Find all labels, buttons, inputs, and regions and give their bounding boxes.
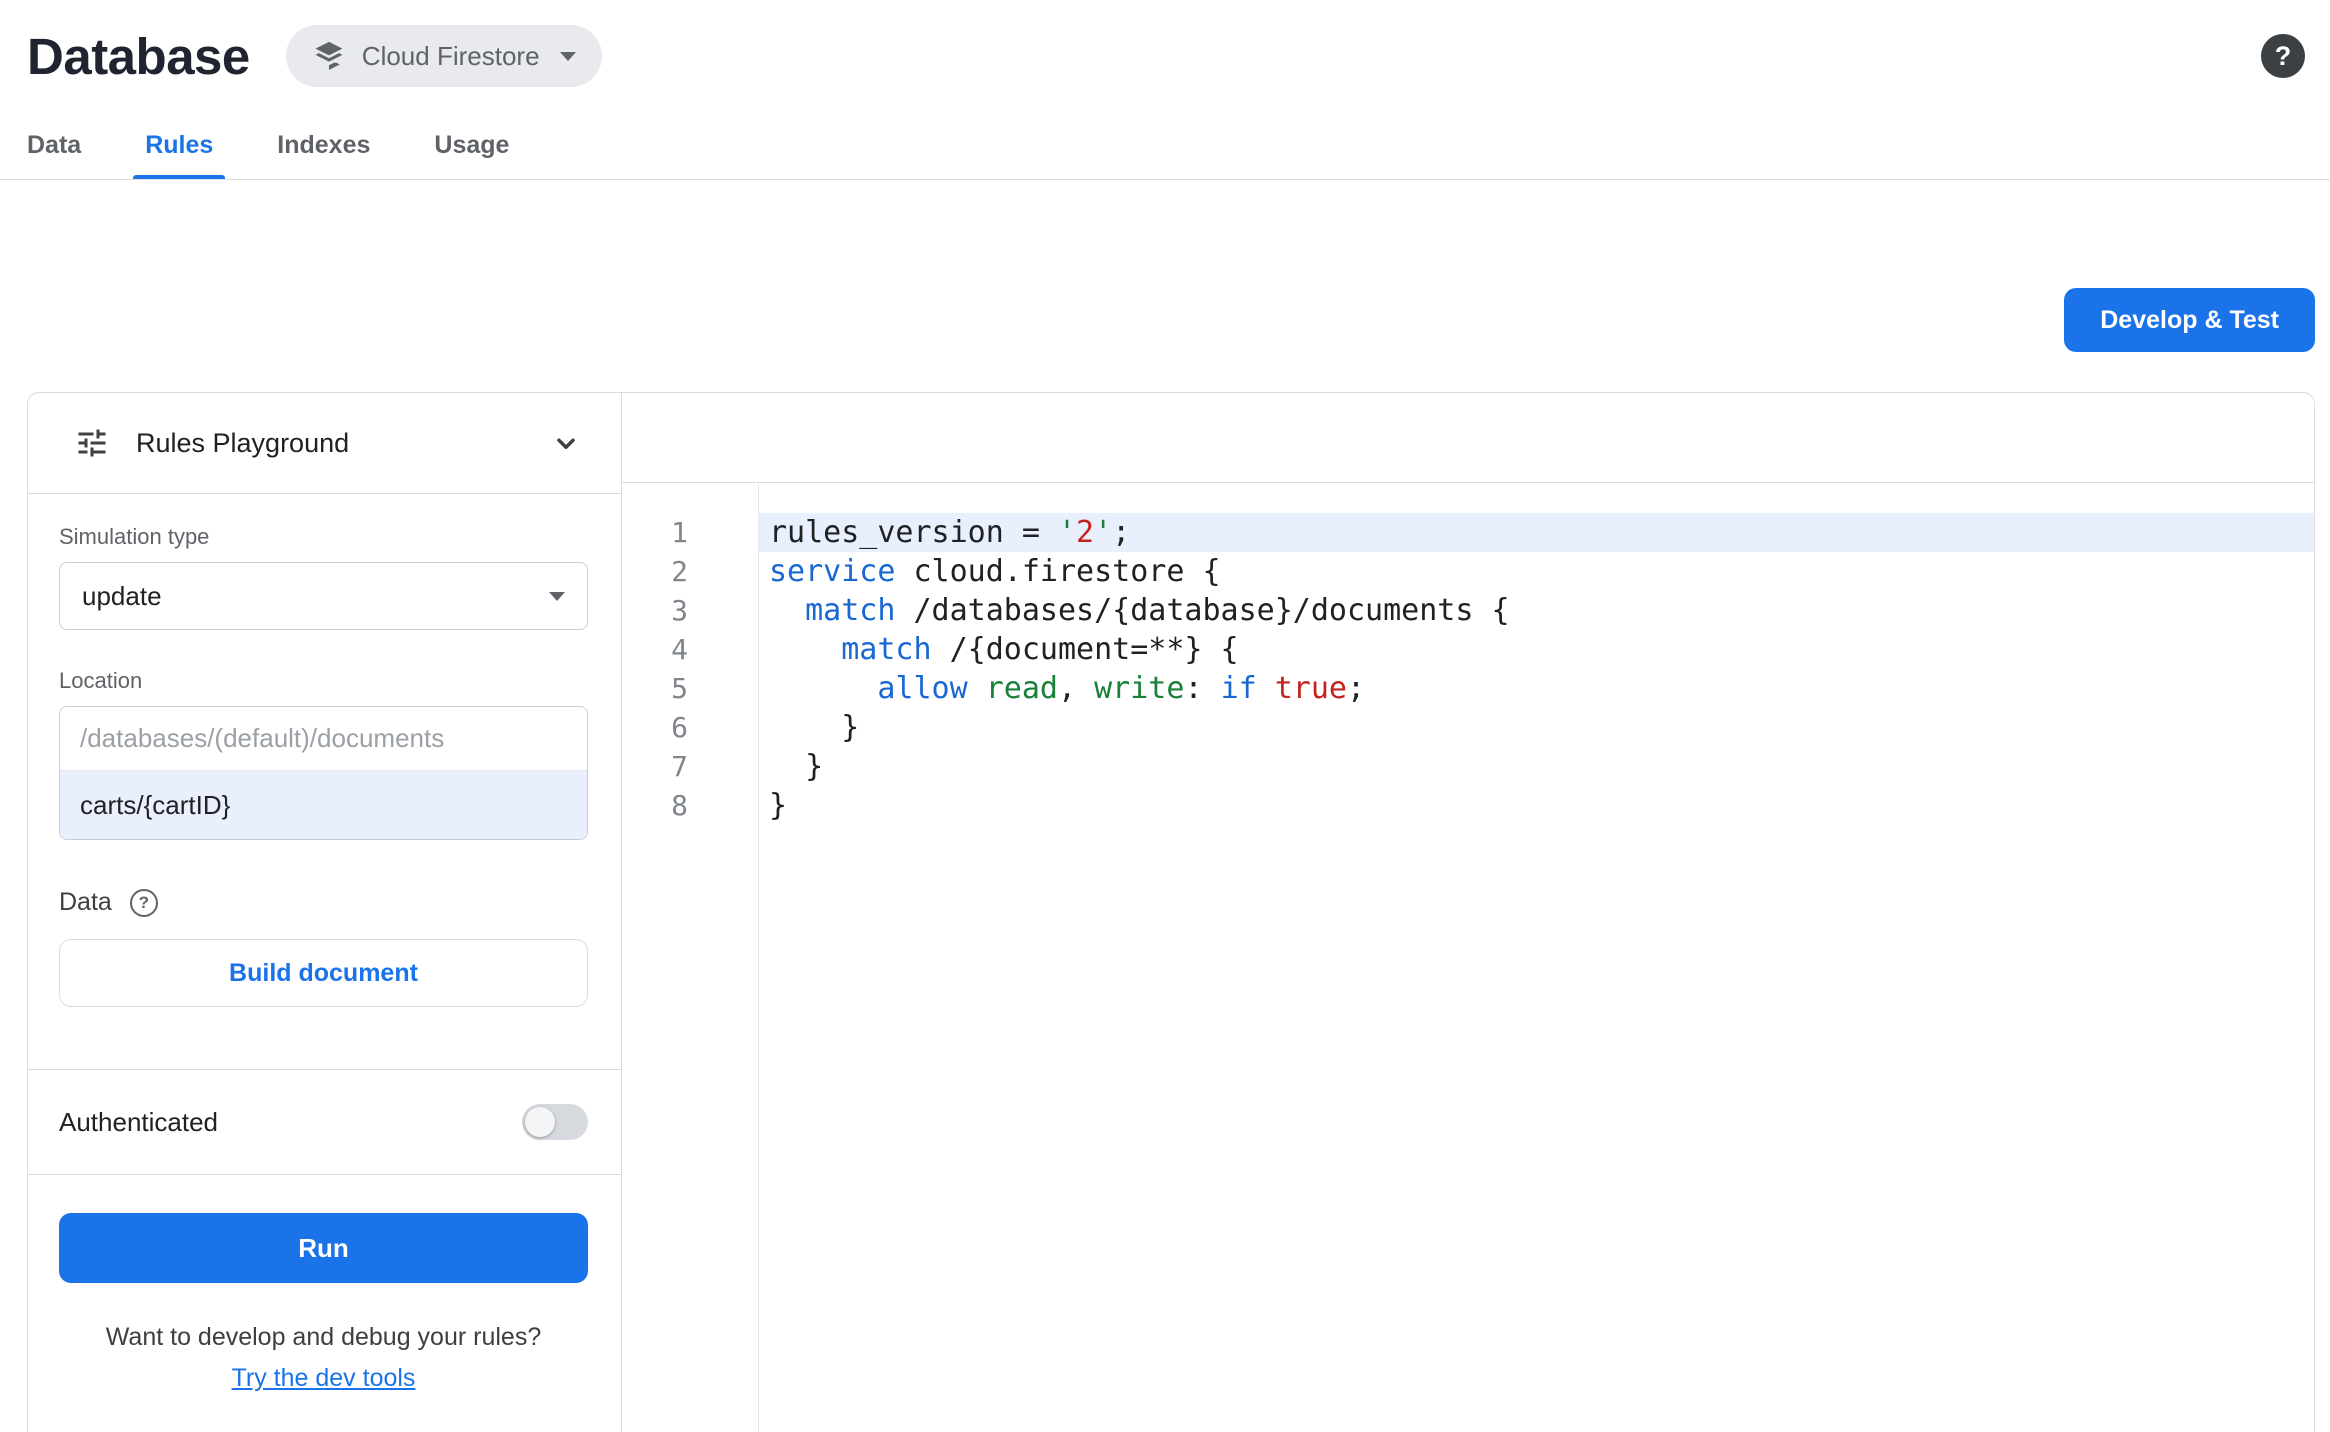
select-caret-icon — [549, 591, 565, 601]
editor-gutter: 1 2 3 4 5 6 7 8 — [622, 483, 759, 1432]
help-glyph: ? — [2274, 40, 2292, 71]
tab-indexes[interactable]: Indexes — [277, 112, 370, 179]
authenticated-toggle[interactable] — [522, 1104, 588, 1140]
firestore-database-page: Database Cloud Firestore ? Data Rules In… — [0, 0, 2330, 1432]
code-line[interactable]: service cloud.firestore { — [759, 552, 2314, 591]
editor-body[interactable]: 1 2 3 4 5 6 7 8 rules_version = '2'; service clo… — [622, 483, 2314, 1432]
authenticated-label: Authenticated — [59, 1106, 219, 1137]
line-number: 8 — [671, 789, 688, 822]
code-line[interactable]: } — [759, 786, 2314, 825]
page-title: Database — [27, 27, 250, 85]
data-label: Data — [59, 888, 112, 916]
run-section: Run Want to develop and debug your rules… — [28, 1175, 621, 1393]
chevron-down-icon — [559, 51, 576, 61]
location-input[interactable]: carts/{cartID} — [60, 771, 587, 839]
code-line[interactable]: } — [759, 747, 2314, 786]
location-field-group: /databases/(default)/documents carts/{ca… — [59, 706, 588, 840]
dev-tools-link[interactable]: Try the dev tools — [59, 1364, 588, 1393]
develop-test-button[interactable]: Develop & Test — [2064, 288, 2315, 352]
toggle-knob — [525, 1107, 555, 1137]
simulation-type-label: Simulation type — [59, 524, 210, 549]
firestore-icon — [312, 39, 346, 73]
line-number: 6 — [671, 711, 688, 744]
help-button[interactable]: ? — [2261, 34, 2305, 78]
action-row: Develop & Test — [0, 180, 2330, 392]
line-number: 7 — [671, 750, 688, 783]
editor-code[interactable]: rules_version = '2'; service cloud.firest… — [759, 483, 2314, 1432]
line-number: 5 — [671, 672, 688, 705]
tab-usage[interactable]: Usage — [434, 112, 509, 179]
rules-editor: 1 2 3 4 5 6 7 8 rules_version = '2'; service clo… — [622, 393, 2314, 1432]
data-section-header: Data ? — [59, 888, 588, 917]
line-number: 1 — [671, 516, 688, 549]
playground-title: Rules Playground — [136, 427, 350, 458]
playground-header[interactable]: Rules Playground — [28, 393, 621, 494]
tune-icon — [74, 425, 110, 461]
build-document-button[interactable]: Build document — [59, 939, 588, 1007]
line-number: 2 — [671, 555, 688, 588]
page-header: Database Cloud Firestore ? — [0, 0, 2330, 112]
code-line[interactable]: rules_version = '2'; — [759, 513, 2314, 552]
tab-bar: Data Rules Indexes Usage — [0, 112, 2330, 180]
location-prefix: /databases/(default)/documents — [60, 707, 587, 771]
collapse-panel-button[interactable] — [549, 426, 583, 460]
simulation-type-value: update — [82, 580, 162, 611]
run-button[interactable]: Run — [59, 1213, 588, 1283]
code-line[interactable]: match /databases/{database}/documents { — [759, 591, 2314, 630]
tab-rules[interactable]: Rules — [133, 112, 226, 179]
authenticated-row: Authenticated — [28, 1070, 621, 1174]
code-line[interactable]: } — [759, 708, 2314, 747]
line-number: 4 — [671, 633, 688, 666]
playground-body: Simulation type update Location /databas… — [28, 494, 621, 1007]
dev-tools-hint: Want to develop and debug your rules? — [105, 1323, 542, 1351]
data-help-icon[interactable]: ? — [129, 888, 158, 917]
editor-toolbar — [622, 393, 2314, 483]
simulation-type-select[interactable]: update — [59, 562, 588, 630]
code-line[interactable]: allow read, write: if true; — [759, 669, 2314, 708]
line-number: 3 — [671, 594, 688, 627]
rules-playground-panel: Rules Playground Simulation type update … — [28, 393, 622, 1432]
database-selector[interactable]: Cloud Firestore — [285, 25, 602, 87]
code-line[interactable]: match /{document=**} { — [759, 630, 2314, 669]
location-label: Location — [59, 668, 143, 693]
database-selector-label: Cloud Firestore — [361, 40, 540, 71]
rules-workbench: Rules Playground Simulation type update … — [27, 392, 2315, 1432]
tab-data[interactable]: Data — [27, 112, 81, 179]
